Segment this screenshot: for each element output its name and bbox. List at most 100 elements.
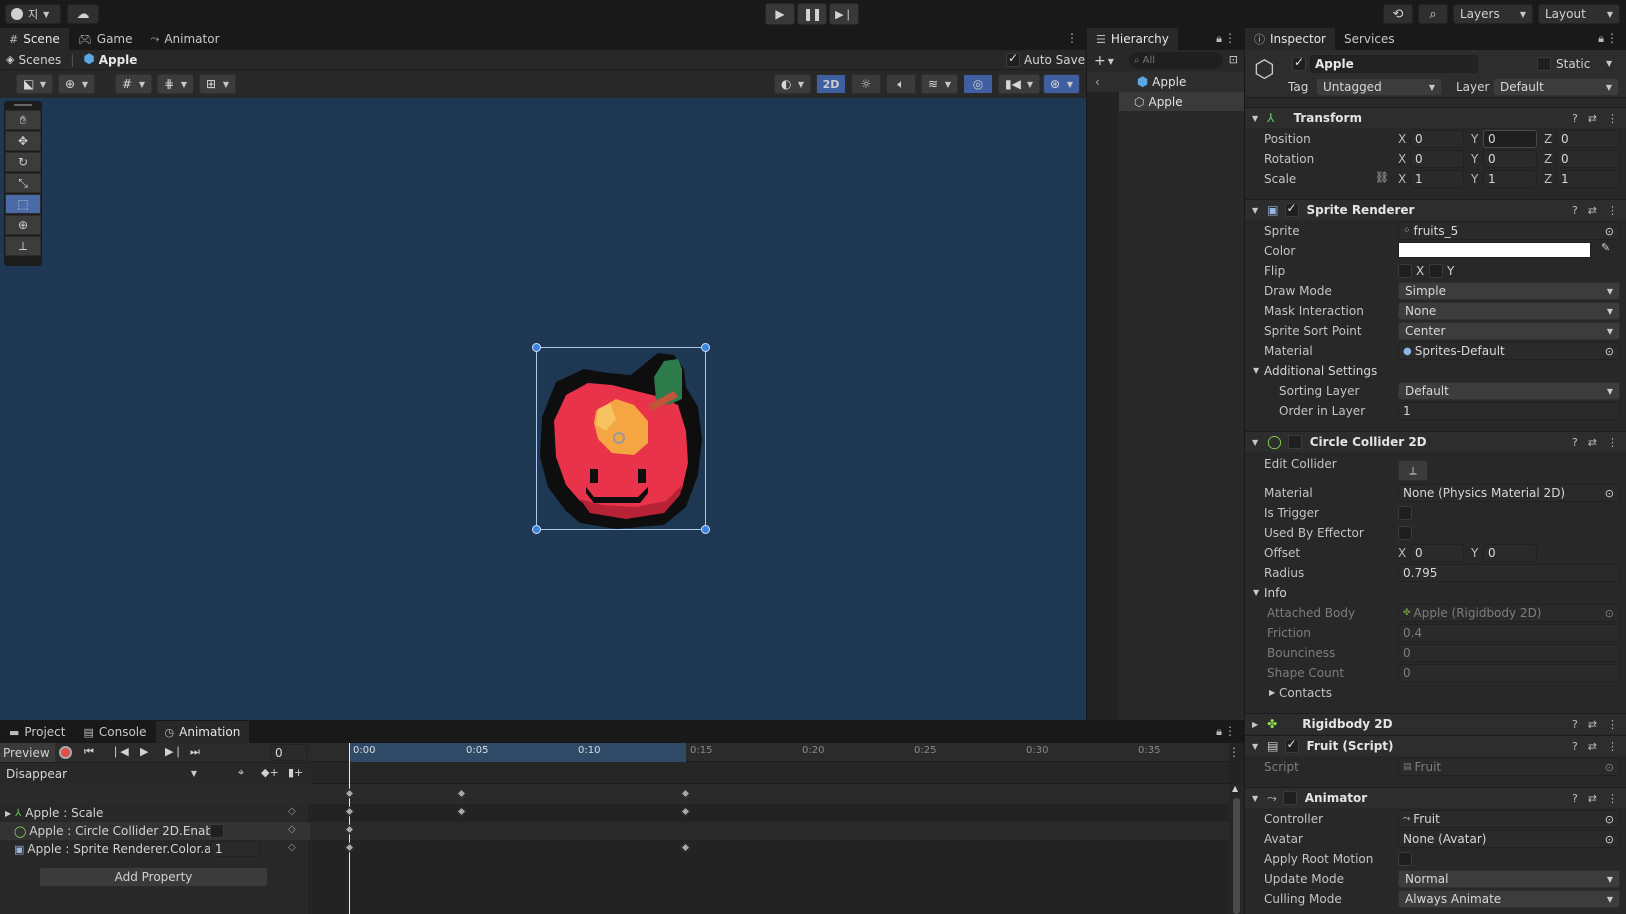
info-label[interactable]: Info — [1264, 586, 1287, 600]
tab-animator[interactable]: ⤳ Animator — [142, 28, 229, 50]
scroll-up-icon[interactable]: ▲ — [1232, 784, 1238, 793]
history-button[interactable]: ⟲ — [1383, 4, 1413, 24]
contacts-label[interactable]: Contacts — [1279, 686, 1332, 700]
animator-enabled-checkbox[interactable] — [1282, 791, 1297, 805]
preset-icon[interactable]: ⇄ — [1588, 436, 1597, 449]
more-options-icon[interactable]: ⋮ — [1607, 718, 1618, 731]
timeline-ruler[interactable]: 0:00 0:05 0:10 0:15 0:20 0:25 0:30 0:35 — [311, 743, 1229, 762]
dopesheet[interactable]: 0:00 0:05 0:10 0:15 0:20 0:25 0:30 0:35 … — [311, 743, 1244, 914]
gizmo-transform-dropdown[interactable]: ⬕ ▼ — [16, 74, 53, 94]
draw-mode-dropdown[interactable]: Simple ▼ — [1398, 282, 1620, 300]
search-button[interactable]: ⌕ — [1418, 4, 1448, 24]
scale-tool-button[interactable]: ⤡ — [5, 173, 41, 193]
tag-dropdown[interactable]: Untagged ▼ — [1316, 78, 1442, 96]
sprite-renderer-header[interactable]: ▼ ▣ Sprite Renderer ? ⇄ ⋮ — [1245, 199, 1626, 220]
hierarchy-child-item[interactable]: ⬡ Apple — [1119, 92, 1244, 111]
lighting-toggle[interactable]: ☼ — [851, 74, 881, 94]
foldout-arrow-icon[interactable]: ▶ — [1252, 720, 1258, 729]
scene-visibility-toggle[interactable]: ◎ — [963, 74, 993, 94]
tab-services[interactable]: Services — [1335, 28, 1404, 50]
fruit-script-enabled-checkbox[interactable] — [1284, 737, 1299, 753]
global-local-dropdown[interactable]: ⊕ ▼ — [58, 74, 95, 94]
more-options-icon[interactable]: ⋮ — [1607, 112, 1618, 125]
hierarchy-search-input[interactable]: ⌕ All — [1129, 52, 1223, 69]
breadcrumb-root[interactable]: Scenes — [18, 53, 61, 67]
hierarchy-root-item[interactable]: ‹ ⬢ Apple — [1087, 72, 1244, 92]
effects-dropdown[interactable]: ≋ ▼ — [921, 74, 958, 94]
rigidbody-header[interactable]: ▶ ✤ Rigidbody 2D ? ⇄ ⋮ — [1245, 713, 1626, 734]
previous-keyframe-icon[interactable]: ❘◀ — [111, 745, 129, 758]
layout-dropdown[interactable]: Layout ▼ — [1538, 4, 1620, 24]
position-x-field[interactable]: 0 — [1410, 130, 1464, 148]
apple-sprite[interactable] — [536, 347, 706, 530]
chevron-left-icon[interactable]: ‹ — [1095, 75, 1100, 89]
object-picker-icon[interactable]: ⊙ — [1605, 813, 1614, 826]
more-options-icon[interactable]: ⋮ — [1607, 792, 1618, 805]
record-icon[interactable] — [59, 746, 72, 759]
object-picker-icon[interactable]: ⊙ — [1605, 345, 1614, 358]
layers-dropdown[interactable]: Layers ▼ — [1453, 4, 1533, 24]
edit-collider-button[interactable]: ⟂ — [1398, 460, 1428, 481]
object-name-field[interactable]: Apple — [1310, 55, 1478, 73]
play-button[interactable]: ▶ — [765, 3, 795, 25]
object-picker-icon[interactable]: ⊙ — [1605, 225, 1614, 238]
tab-inspector[interactable]: ⓘ Inspector — [1245, 28, 1335, 50]
next-keyframe-icon[interactable]: ▶❘ — [165, 745, 183, 758]
object-picker-icon[interactable]: ⊙ — [1605, 833, 1614, 846]
property-row-color-a[interactable]: ▣ Apple : Sprite Renderer.Color.a 1 ◇ — [0, 840, 310, 858]
foldout-arrow-icon[interactable]: ▶ — [1269, 688, 1275, 697]
add-keyframe-icon[interactable]: ◆+ — [261, 766, 279, 779]
foldout-arrow-icon[interactable]: ▼ — [1253, 588, 1259, 597]
event-lane[interactable] — [311, 762, 1229, 784]
chevron-down-icon[interactable]: ▼ — [1606, 59, 1612, 68]
cloud-button[interactable]: ☁ — [67, 4, 99, 24]
rotation-x-field[interactable]: 0 — [1410, 150, 1464, 168]
rotate-tool-button[interactable]: ↻ — [5, 152, 41, 172]
preview-toggle[interactable]: Preview — [0, 743, 55, 762]
tab-game[interactable]: 🎮︎ Game — [69, 28, 142, 50]
object-active-checkbox[interactable] — [1292, 55, 1306, 71]
avatar-field[interactable]: None (Avatar) ⊙ — [1398, 830, 1620, 848]
color-a-keyframe[interactable] — [344, 842, 355, 853]
position-z-field[interactable]: 0 — [1556, 130, 1620, 148]
more-options-icon[interactable]: ⋮ — [1606, 31, 1618, 45]
rotation-z-field[interactable]: 0 — [1556, 150, 1620, 168]
scale-keyframe[interactable] — [456, 806, 467, 817]
tab-project[interactable]: ▬ Project — [0, 721, 74, 743]
rect-handle-bottom-left[interactable] — [532, 525, 541, 534]
rotation-y-field[interactable]: 0 — [1483, 150, 1537, 168]
add-icon[interactable]: + — [1094, 53, 1106, 69]
culling-mode-dropdown[interactable]: Always Animate ▼ — [1398, 890, 1620, 908]
increment-snap-dropdown[interactable]: ⊞ ▼ — [199, 74, 236, 94]
last-keyframe-icon[interactable]: ⏭ — [190, 745, 200, 759]
flip-y-checkbox[interactable] — [1429, 264, 1443, 278]
object-picker-icon[interactable]: ⊙ — [1605, 487, 1614, 500]
color-a-keyframe[interactable] — [680, 842, 691, 853]
foldout-arrow-icon[interactable]: ▶ — [5, 809, 11, 818]
toggle-2d-button[interactable]: 2D — [816, 74, 846, 94]
controller-field[interactable]: ⤳ Fruit ⊙ — [1398, 810, 1620, 828]
animator-header[interactable]: ▼ ⤳ Animator ? ⇄ ⋮ — [1245, 787, 1626, 808]
transform-header[interactable]: ▼ ⅄ Transform ? ⇄ ⋮ — [1245, 107, 1626, 128]
preset-icon[interactable]: ⇄ — [1588, 112, 1597, 125]
pause-button[interactable]: ❚❚ — [797, 3, 827, 25]
custom-tool-button[interactable]: ⟂ — [5, 236, 41, 256]
more-options-icon[interactable]: ⋮ — [1066, 31, 1078, 45]
help-icon[interactable]: ? — [1572, 792, 1578, 805]
apply-root-motion-checkbox[interactable] — [1398, 852, 1412, 866]
sorting-layer-dropdown[interactable]: Default ▼ — [1398, 382, 1620, 400]
collider-enable-key-checkbox[interactable] — [210, 824, 224, 838]
property-row-collider[interactable]: ◯ Apple : Circle Collider 2D.Enable ◇ — [0, 822, 310, 840]
lock-icon[interactable]: 🔒︎ — [1216, 32, 1222, 46]
sprite-sort-point-dropdown[interactable]: Center ▼ — [1398, 322, 1620, 340]
preset-icon[interactable]: ⇄ — [1588, 204, 1597, 217]
preset-icon[interactable]: ⇄ — [1588, 718, 1597, 731]
offset-y-field[interactable]: 0 — [1483, 544, 1537, 562]
help-icon[interactable]: ? — [1572, 740, 1578, 753]
lock-icon[interactable]: 🔒︎ — [1598, 32, 1604, 46]
color-a-value-field[interactable]: 1 — [210, 841, 260, 857]
step-button[interactable]: ▶❘ — [829, 3, 859, 25]
help-icon[interactable]: ? — [1572, 112, 1578, 125]
scale-keyframe[interactable] — [344, 806, 355, 817]
eyedropper-icon[interactable]: ✎ — [1601, 241, 1610, 254]
